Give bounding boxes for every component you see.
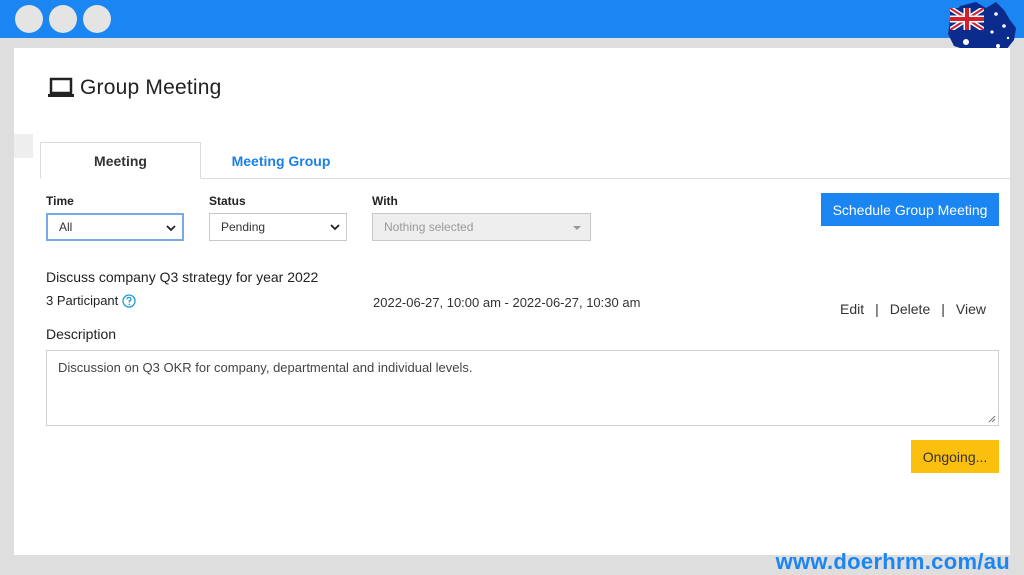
meeting-actions: Edit | Delete | View (840, 301, 986, 317)
meeting-title: Discuss company Q3 strategy for year 202… (46, 269, 319, 285)
window-dot-maximize[interactable] (83, 5, 111, 33)
description-label: Description (46, 326, 117, 342)
time-select[interactable]: All (46, 213, 184, 241)
with-select-placeholder: Nothing selected (384, 220, 474, 234)
branding-url: www.doerhrm.com/au (775, 549, 1010, 574)
window-dot-close[interactable] (15, 5, 43, 33)
app-window: Group Meeting Meeting Meeting Group Time… (14, 48, 1010, 555)
action-separator: | (941, 301, 945, 317)
time-filter-label: Time (46, 194, 74, 208)
status-select-value: Pending (221, 220, 266, 234)
view-link[interactable]: View (956, 301, 986, 317)
laptop-icon (48, 77, 74, 97)
action-separator: | (875, 301, 879, 317)
description-text: Discussion on Q3 OKR for company, depart… (58, 360, 473, 375)
description-textarea[interactable]: Discussion on Q3 OKR for company, depart… (46, 350, 999, 426)
participants-count: 3 Participant (46, 293, 136, 308)
tab-bar: Meeting Meeting Group (40, 142, 1010, 179)
page-header: Group Meeting (47, 76, 222, 100)
edit-link[interactable]: Edit (840, 301, 864, 317)
browser-topbar (0, 0, 1024, 38)
chevron-down-icon (330, 224, 340, 231)
time-select-value: All (59, 220, 73, 234)
side-panel-toggle[interactable] (14, 134, 33, 158)
ongoing-status-button[interactable]: Ongoing... (911, 440, 999, 473)
tab-meeting[interactable]: Meeting (40, 142, 201, 179)
status-filter-label: Status (209, 194, 246, 208)
with-filter-label: With (372, 194, 398, 208)
delete-link[interactable]: Delete (890, 301, 930, 317)
meeting-datetime: 2022-06-27, 10:00 am - 2022-06-27, 10:30… (373, 295, 641, 310)
page-title: Group Meeting (80, 76, 222, 99)
tab-meeting-group[interactable]: Meeting Group (201, 142, 361, 179)
status-select[interactable]: Pending (209, 213, 347, 241)
schedule-group-meeting-button[interactable]: Schedule Group Meeting (821, 193, 999, 226)
chevron-down-icon (166, 225, 176, 232)
resize-handle-icon[interactable] (988, 415, 996, 423)
participants-label: 3 Participant (46, 293, 119, 308)
window-dot-minimize[interactable] (49, 5, 77, 33)
help-icon[interactable] (122, 293, 136, 308)
caret-down-icon (573, 226, 581, 230)
with-multiselect[interactable]: Nothing selected (372, 213, 591, 241)
